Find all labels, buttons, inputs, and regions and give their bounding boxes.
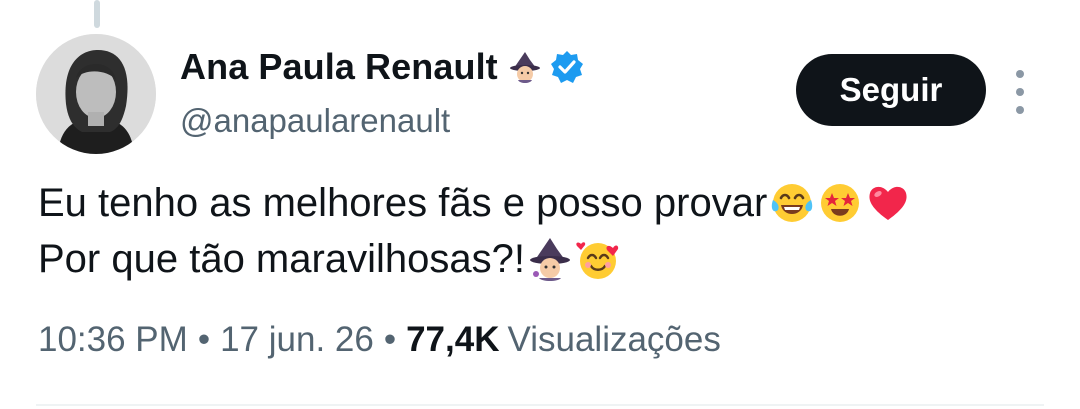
divider bbox=[36, 404, 1044, 406]
witch-emoji-icon bbox=[527, 236, 573, 282]
more-options-icon[interactable] bbox=[1008, 70, 1032, 114]
meta-separator: • bbox=[383, 320, 397, 359]
author-name[interactable]: Ana Paula Renault bbox=[180, 46, 498, 88]
follow-button[interactable]: Seguir bbox=[796, 54, 986, 126]
avatar[interactable] bbox=[36, 34, 156, 154]
more-dot bbox=[1016, 70, 1024, 78]
author-name-row: Ana Paula Renault bbox=[180, 44, 584, 90]
views-label[interactable]: Visualizações bbox=[508, 320, 721, 360]
tweet-metadata: 10:36 PM • 17 jun. 26 • 77,4K Visualizaç… bbox=[38, 320, 721, 360]
tears-of-joy-emoji-icon bbox=[769, 180, 815, 226]
tweet-text: Eu tenho as melhores fãs e posso provar bbox=[38, 175, 911, 287]
tweet-time[interactable]: 10:36 PM bbox=[38, 320, 188, 360]
more-dot bbox=[1016, 88, 1024, 96]
tweet-date[interactable]: 17 jun. 26 bbox=[220, 320, 374, 360]
smiling-face-with-hearts-emoji-icon bbox=[575, 236, 621, 282]
tweet-line-1-text: Eu tenho as melhores fãs e posso provar bbox=[38, 181, 768, 225]
red-heart-emoji-icon bbox=[865, 180, 911, 226]
verified-badge-icon[interactable] bbox=[550, 50, 584, 84]
tweet-line-2: Por que tão maravilhosas?! bbox=[38, 231, 911, 287]
thread-connector-line bbox=[94, 0, 100, 28]
author-handle[interactable]: @anapaularenault bbox=[180, 102, 450, 140]
tweet-line-2-text: Por que tão maravilhosas?! bbox=[38, 237, 525, 281]
tweet-line-1: Eu tenho as melhores fãs e posso provar bbox=[38, 175, 911, 231]
witch-emoji-icon bbox=[508, 50, 542, 84]
meta-separator: • bbox=[197, 320, 211, 359]
views-count[interactable]: 77,4K bbox=[406, 320, 499, 360]
more-dot bbox=[1016, 106, 1024, 114]
star-struck-emoji-icon bbox=[817, 180, 863, 226]
